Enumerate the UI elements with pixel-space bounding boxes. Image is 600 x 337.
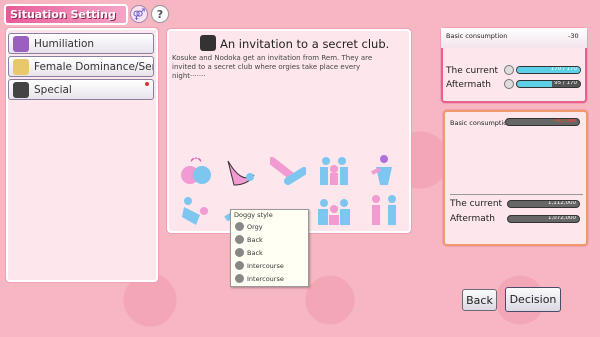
aftermath-money-bar: 1,072,000 (507, 215, 580, 223)
stamina-icon (504, 79, 514, 89)
basic-consumption-value: -30 (568, 32, 579, 40)
position-icon (235, 235, 244, 244)
position-popup: Doggy style Orgy Back Back Intercourse I… (230, 209, 309, 287)
special-icon (13, 81, 29, 98)
standing-pair-icon[interactable] (366, 193, 402, 229)
popup-item[interactable]: Intercourse (231, 272, 308, 285)
position-icon (235, 274, 244, 283)
heart-couple-icon[interactable] (178, 153, 214, 189)
new-dot (145, 82, 149, 86)
current-label: The current (450, 199, 503, 209)
grab-icon[interactable] (178, 193, 214, 229)
female-dominance-icon (13, 58, 29, 75)
aftermath-money-value: 1,072,000 (548, 215, 576, 221)
popup-item[interactable]: Intercourse (231, 259, 308, 272)
consumption-value: -40,000 (552, 118, 576, 124)
group-kneel-icon[interactable] (316, 193, 352, 229)
aftermath-label: Aftermath (446, 80, 491, 90)
consumption-bar: -40,000 (505, 118, 580, 126)
popup-item[interactable]: Back (231, 246, 308, 259)
special-icon (200, 35, 216, 51)
current-bar: 170 / 170 (516, 66, 581, 74)
divider (450, 194, 583, 195)
category-female-dominance[interactable]: Female Dominance/Ser (8, 56, 154, 77)
gender-icon[interactable]: ⚤ (130, 5, 148, 23)
aftermath-fill (517, 81, 553, 87)
category-label: Humiliation (34, 37, 95, 50)
stats-panel-money (443, 110, 588, 246)
category-label: Special (34, 83, 72, 96)
back-button[interactable]: Back (462, 289, 497, 311)
current-money-value: 1,112,000 (548, 200, 576, 206)
aftermath-label: Aftermath (450, 214, 495, 224)
position-icon (235, 222, 244, 231)
category-label: Female Dominance/Ser (34, 60, 153, 73)
help-icon[interactable]: ? (151, 5, 169, 23)
title-bar: Situation Setting (4, 4, 128, 25)
pose-icon[interactable] (224, 153, 260, 189)
aftermath-bar: 95 / 170 (516, 80, 581, 88)
page-title: Situation Setting (10, 8, 116, 21)
aftermath-value: 95 / 170 (554, 80, 577, 86)
popup-item[interactable]: Orgy (231, 220, 308, 233)
touch-icon[interactable] (268, 153, 308, 189)
popup-item[interactable]: Back (231, 233, 308, 246)
current-money-bar: 1,112,000 (507, 200, 580, 208)
decision-button[interactable]: Decision (505, 287, 561, 312)
category-special[interactable]: Special (8, 79, 154, 100)
position-icon (235, 248, 244, 257)
current-value: 170 / 170 (550, 66, 577, 72)
popup-header: Doggy style (234, 211, 273, 219)
group-icon[interactable] (316, 153, 352, 189)
current-label: The current (446, 66, 499, 76)
humiliation-icon (13, 35, 29, 52)
basic-consumption-label: Basic consumption (446, 32, 508, 40)
situation-description: Kosuke and Nodoka get an invitation from… (172, 54, 373, 80)
situation-title: An invitation to a secret club. (220, 37, 390, 51)
category-humiliation[interactable]: Humiliation (8, 33, 154, 54)
figure-icon[interactable] (366, 153, 402, 189)
stamina-icon (504, 65, 514, 75)
basic-consumption-label: Basic consumption (450, 119, 512, 127)
position-icon (235, 261, 244, 270)
